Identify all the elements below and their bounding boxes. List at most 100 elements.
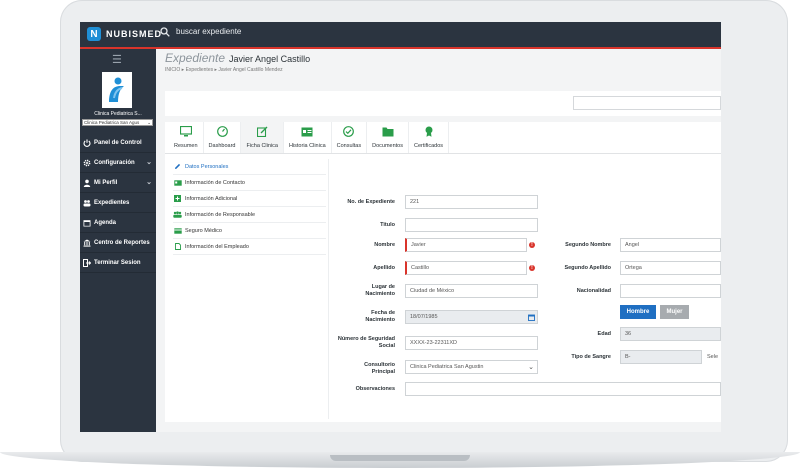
fecha-nacimiento-label: Fecha de Nacimiento xyxy=(365,310,395,323)
sidebar-item-label: Terminar Sesion xyxy=(94,259,141,266)
no-expediente-field[interactable]: 221 xyxy=(405,195,538,209)
chevron-down-icon: ⌄ xyxy=(147,119,151,125)
logo-icon: N xyxy=(87,27,101,41)
section-item-contacto[interactable]: Información de Contacto xyxy=(173,175,326,191)
page-title: Expediente Javier Angel Castillo xyxy=(165,51,310,65)
breadcrumb: INICIO ▸ Expedientes ▸ Javier Angel Cast… xyxy=(165,67,310,73)
check-circle-icon xyxy=(343,126,355,139)
search-icon[interactable] xyxy=(160,26,170,37)
sidebar-item-label: Panel de Control xyxy=(94,139,142,146)
apellido-field[interactable]: Castillo xyxy=(405,261,527,275)
sidebar-item-label: Expedientes xyxy=(94,199,130,206)
tab-bar: Resumen Dashboard Ficha Clinica Historia… xyxy=(169,122,450,153)
section-item-label: Seguro Médico xyxy=(185,227,222,234)
sidebar-item-mi-perfil[interactable]: Mi Perfil ⌄ xyxy=(80,173,156,193)
segundo-apellido-field[interactable]: Ortega xyxy=(620,261,721,275)
lugar-nacimiento-field[interactable]: Ciudad de México xyxy=(405,284,538,298)
sidebar-item-expedientes[interactable]: Expedientes xyxy=(80,193,156,213)
tipo-sangre-field[interactable]: B- xyxy=(620,350,702,364)
apellido-error-icon: ! xyxy=(529,265,535,271)
nss-label: Número de Seguridad Social xyxy=(337,336,395,349)
module-name: Expediente xyxy=(165,51,226,65)
section-item-label: Información del Empleado xyxy=(185,243,249,250)
observaciones-field[interactable] xyxy=(405,382,721,396)
sidebar-item-agenda[interactable]: Agenda xyxy=(80,213,156,233)
dashboard-icon xyxy=(216,126,228,139)
edad-field[interactable]: 36 xyxy=(620,327,721,341)
sidebar-item-label: Centro de Reportes xyxy=(94,239,150,246)
sidebar-item-terminar-sesion[interactable]: Terminar Sesion xyxy=(80,253,156,273)
clinic-select-value: Clinica Pediatrica San Agus xyxy=(84,120,140,125)
main-content: Expediente Javier Angel Castillo INICIO ▸… xyxy=(156,49,721,432)
nombre-field[interactable]: Javier xyxy=(405,238,527,252)
observaciones-label: Observaciones xyxy=(355,386,395,392)
section-item-datos-personales[interactable]: Datos Personales xyxy=(173,159,326,175)
consultorio-label: Consultorio Principal xyxy=(364,362,395,375)
clinic-select[interactable]: Clinica Pediatrica San Agus ⌄ xyxy=(82,119,153,126)
brand-logo[interactable]: N NUBISMED xyxy=(87,27,162,41)
titulo-field[interactable] xyxy=(405,218,538,232)
segundo-nombre-field[interactable]: Angel xyxy=(620,238,721,252)
apellido-label: Apellido xyxy=(373,265,395,271)
tab-label: Resumen xyxy=(174,143,198,149)
gear-icon xyxy=(83,159,91,167)
nacionalidad-field[interactable] xyxy=(620,284,721,298)
fecha-nacimiento-field[interactable]: 18/07/1985 xyxy=(405,310,538,324)
tab-historia-clinica[interactable]: Historia Clinica xyxy=(284,122,332,153)
section-divider xyxy=(328,159,329,419)
award-icon xyxy=(424,126,434,139)
tipo-sangre-label: Tipo de Sangre xyxy=(571,354,611,360)
sidebar-nav: Panel de Control Configuración ⌄ Mi Perf… xyxy=(80,133,156,273)
clinic-name: Clinica Pediatrica S... xyxy=(94,111,142,117)
mujer-button[interactable]: Mujer xyxy=(660,305,689,319)
tab-documentos[interactable]: Documentos xyxy=(367,122,409,153)
history-icon xyxy=(301,126,313,139)
clinic-logo xyxy=(102,72,132,108)
sidebar-item-panel-de-control[interactable]: Panel de Control xyxy=(80,133,156,153)
chevron-down-icon: ⌄ xyxy=(146,179,152,186)
section-item-label: Datos Personales xyxy=(185,163,229,170)
tab-ficha-clinica[interactable]: Ficha Clinica xyxy=(241,122,284,153)
sidebar-item-configuracion[interactable]: Configuración ⌄ xyxy=(80,153,156,173)
sidebar-item-label: Agenda xyxy=(94,219,117,226)
user-icon xyxy=(83,179,91,187)
tab-label: Dashboard xyxy=(208,143,236,149)
app-screen: N NUBISMED ☰ Clinica Pediatrica S... Cli… xyxy=(80,22,721,432)
search-bar xyxy=(160,26,318,37)
document-icon xyxy=(173,243,182,250)
titulo-label: Titulo xyxy=(380,222,395,228)
action-bar-input[interactable] xyxy=(573,96,721,110)
consultorio-select[interactable]: Clinica Pediatrica San Agustin ⌄ xyxy=(405,360,538,374)
power-icon xyxy=(83,139,91,147)
tab-certificados[interactable]: Certificados xyxy=(409,122,450,153)
section-item-responsable[interactable]: Información de Responsable xyxy=(173,207,326,223)
hombre-button[interactable]: Hombre xyxy=(620,305,656,319)
sidebar-item-label: Configuración xyxy=(94,159,135,166)
breadcrumb-item[interactable]: INICIO xyxy=(165,67,180,73)
segundo-nombre-label: Segundo Nombre xyxy=(565,242,611,248)
section-item-seguro-medico[interactable]: Seguro Médico xyxy=(173,223,326,239)
sidebar-item-centro-de-reportes[interactable]: Centro de Reportes xyxy=(80,233,156,253)
laptop-notch xyxy=(330,455,470,461)
monitor-icon xyxy=(179,125,192,139)
chevron-down-icon: ⌄ xyxy=(146,159,152,166)
menu-toggle-icon[interactable]: ☰ xyxy=(112,53,122,66)
section-item-empleado[interactable]: Información del Empleado xyxy=(173,239,326,255)
breadcrumb-item: Javier Angel Castillo Mendez xyxy=(218,67,283,73)
nombre-label: Nombre xyxy=(374,242,395,248)
section-item-label: Información Adicional xyxy=(185,195,238,202)
tab-resumen[interactable]: Resumen xyxy=(169,122,204,153)
sidebar-item-label: Mi Perfil xyxy=(94,179,118,186)
breadcrumb-item[interactable]: Expedientes xyxy=(186,67,214,73)
tab-dashboard[interactable]: Dashboard xyxy=(204,122,242,153)
tab-consultas[interactable]: Consultas xyxy=(332,122,368,153)
tipo-sangre-select[interactable]: Sele xyxy=(704,350,721,364)
chevron-down-icon: ⌄ xyxy=(528,364,534,371)
edad-label: Edad xyxy=(597,331,611,337)
calendar-icon[interactable] xyxy=(528,314,535,321)
id-card-icon xyxy=(173,179,182,186)
nss-field[interactable]: XXXX-23-22311XD xyxy=(405,336,538,350)
edit-icon xyxy=(256,126,268,139)
search-input[interactable] xyxy=(174,26,318,37)
section-item-adicional[interactable]: Información Adicional xyxy=(173,191,326,207)
